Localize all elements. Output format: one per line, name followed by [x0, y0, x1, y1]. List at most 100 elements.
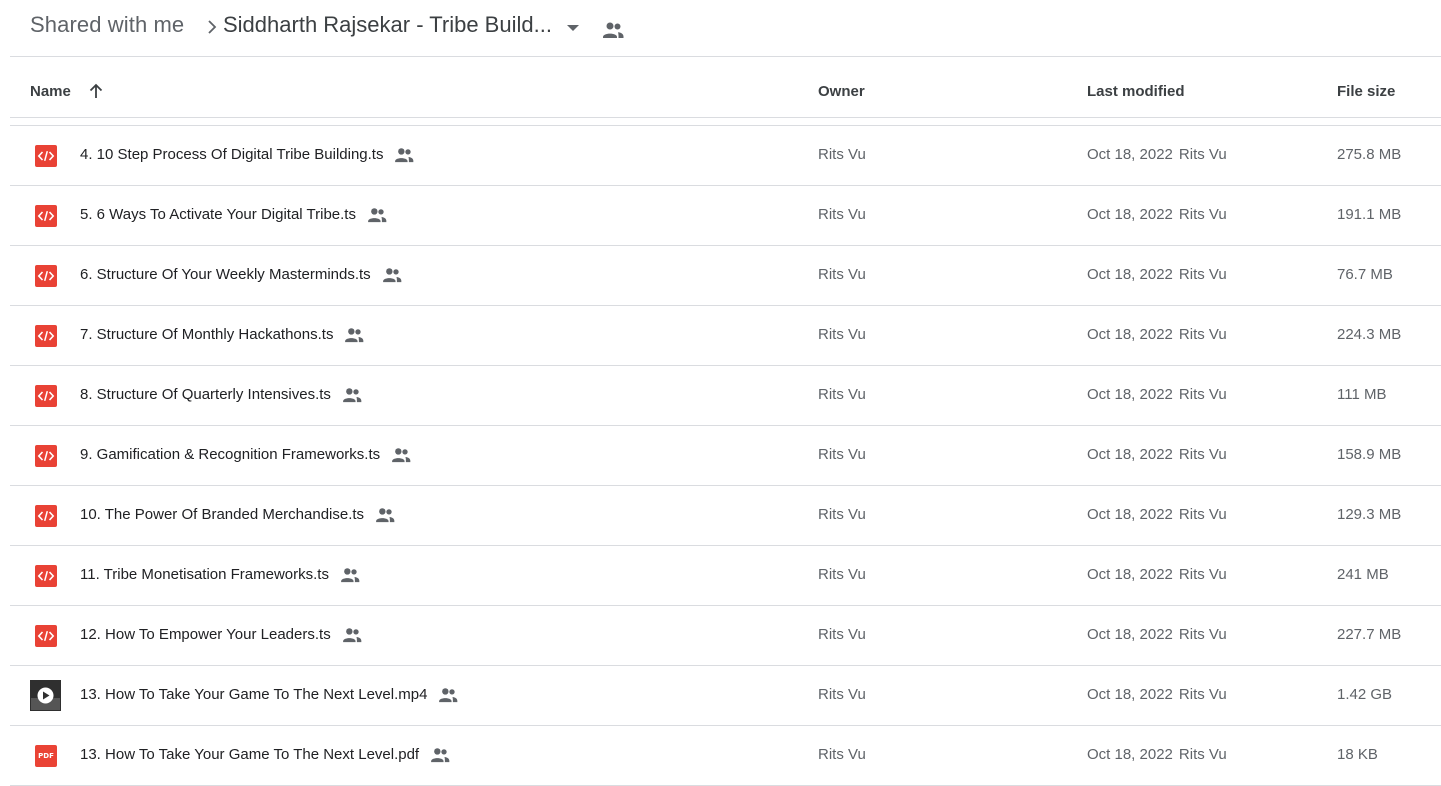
shared-people-icon	[341, 387, 363, 403]
file-size: 158.9 MB	[1337, 446, 1402, 463]
file-size: 129.3 MB	[1337, 506, 1402, 523]
file-name-text: 13. How To Take Your Game To The Next Le…	[80, 746, 420, 763]
file-last-modified: Oct 18, 2022 Rits Vu	[1087, 746, 1227, 763]
modified-date: Oct 18, 2022	[1087, 746, 1173, 763]
file-row[interactable]: PDF 13. How To Take Your Game To The Next…	[10, 726, 1441, 786]
modified-by: Rits Vu	[1178, 506, 1227, 523]
shared-people-icon	[437, 687, 459, 703]
code-file-icon	[35, 205, 57, 227]
file-last-modified: Oct 18, 2022 Rits Vu	[1087, 266, 1227, 283]
column-header-last-modified[interactable]: Last modified	[1087, 83, 1185, 100]
file-name-text: 5. 6 Ways To Activate Your Digital Tribe…	[80, 206, 356, 223]
dropdown-arrow-icon[interactable]	[563, 18, 583, 38]
modified-date: Oct 18, 2022	[1087, 386, 1173, 403]
shared-people-icon	[366, 207, 388, 223]
file-size: 241 MB	[1337, 566, 1389, 583]
pdf-file-icon: PDF	[35, 745, 57, 767]
file-name-text: 10. The Power Of Branded Merchandise.ts	[80, 506, 365, 523]
file-name-text: 12. How To Empower Your Leaders.ts	[80, 626, 331, 643]
modified-date: Oct 18, 2022	[1087, 566, 1173, 583]
file-name[interactable]: 12. How To Empower Your Leaders.ts	[80, 626, 363, 643]
shared-people-icon	[390, 447, 412, 463]
breadcrumb-shared-with-me[interactable]: Shared with me	[30, 12, 184, 38]
file-size: 1.42 GB	[1337, 686, 1393, 703]
code-file-icon	[35, 505, 57, 527]
code-file-icon	[35, 445, 57, 467]
breadcrumb-current-folder[interactable]: Siddharth Rajsekar - Tribe Build...	[223, 12, 552, 38]
shared-people-icon	[374, 507, 396, 523]
file-last-modified: Oct 18, 2022 Rits Vu	[1087, 566, 1227, 583]
file-last-modified: Oct 18, 2022 Rits Vu	[1087, 686, 1227, 703]
video-thumbnail-icon	[30, 680, 61, 711]
modified-date: Oct 18, 2022	[1087, 206, 1173, 223]
file-owner: Rits Vu	[818, 446, 866, 463]
code-file-icon	[35, 565, 57, 587]
shared-people-icon	[343, 327, 365, 343]
chevron-right-icon	[208, 20, 217, 34]
modified-by: Rits Vu	[1178, 566, 1227, 583]
column-header-file-size[interactable]: File size	[1337, 83, 1395, 100]
file-last-modified: Oct 18, 2022 Rits Vu	[1087, 626, 1227, 643]
file-last-modified: Oct 18, 2022 Rits Vu	[1087, 506, 1227, 523]
modified-by: Rits Vu	[1178, 206, 1227, 223]
file-row[interactable]: 13. How To Take Your Game To The Next Le…	[10, 666, 1441, 726]
shared-folder-icon	[603, 22, 624, 38]
file-name[interactable]: 13. How To Take Your Game To The Next Le…	[80, 686, 459, 703]
file-name[interactable]: 13. How To Take Your Game To The Next Le…	[80, 746, 451, 763]
file-name[interactable]: 7. Structure Of Monthly Hackathons.ts	[80, 326, 365, 343]
modified-by: Rits Vu	[1178, 686, 1227, 703]
code-file-icon	[35, 625, 57, 647]
modified-by: Rits Vu	[1178, 446, 1227, 463]
file-size: 18 KB	[1337, 746, 1378, 763]
file-last-modified: Oct 18, 2022 Rits Vu	[1087, 326, 1227, 343]
file-row[interactable]: 4. 10 Step Process Of Digital Tribe Buil…	[10, 126, 1441, 186]
file-owner: Rits Vu	[818, 686, 866, 703]
column-header-name[interactable]: Name	[30, 83, 71, 100]
shared-people-icon	[381, 267, 403, 283]
file-row[interactable]: 9. Gamification & Recognition Frameworks…	[10, 426, 1441, 486]
file-last-modified: Oct 18, 2022 Rits Vu	[1087, 386, 1227, 403]
file-owner: Rits Vu	[818, 506, 866, 523]
file-owner: Rits Vu	[818, 566, 866, 583]
file-size: 191.1 MB	[1337, 206, 1402, 223]
code-file-icon	[35, 145, 57, 167]
modified-date: Oct 18, 2022	[1087, 146, 1173, 163]
file-name[interactable]: 6. Structure Of Your Weekly Masterminds.…	[80, 266, 403, 283]
file-list: 4. 10 Step Process Of Digital Tribe Buil…	[10, 126, 1441, 786]
file-owner: Rits Vu	[818, 326, 866, 343]
file-name[interactable]: 4. 10 Step Process Of Digital Tribe Buil…	[80, 146, 415, 163]
file-row[interactable]: 12. How To Empower Your Leaders.ts Rits V…	[10, 606, 1441, 666]
file-name-text: 7. Structure Of Monthly Hackathons.ts	[80, 326, 334, 343]
file-name[interactable]: 11. Tribe Monetisation Frameworks.ts	[80, 566, 361, 583]
file-row[interactable]: 10. The Power Of Branded Merchandise.ts R…	[10, 486, 1441, 546]
file-row[interactable]: 11. Tribe Monetisation Frameworks.ts Rits…	[10, 546, 1441, 606]
column-header-owner[interactable]: Owner	[818, 83, 865, 100]
file-name[interactable]: 8. Structure Of Quarterly Intensives.ts	[80, 386, 363, 403]
file-name-text: 9. Gamification & Recognition Frameworks…	[80, 446, 381, 463]
modified-date: Oct 18, 2022	[1087, 266, 1173, 283]
modified-date: Oct 18, 2022	[1087, 326, 1173, 343]
file-name[interactable]: 5. 6 Ways To Activate Your Digital Tribe…	[80, 206, 388, 223]
file-row[interactable]: 6. Structure Of Your Weekly Masterminds.…	[10, 246, 1441, 306]
modified-by: Rits Vu	[1178, 326, 1227, 343]
code-file-icon	[35, 265, 57, 287]
modified-by: Rits Vu	[1178, 146, 1227, 163]
modified-date: Oct 18, 2022	[1087, 686, 1173, 703]
modified-date: Oct 18, 2022	[1087, 506, 1173, 523]
file-last-modified: Oct 18, 2022 Rits Vu	[1087, 446, 1227, 463]
shared-people-icon	[341, 627, 363, 643]
file-row[interactable]: 7. Structure Of Monthly Hackathons.ts Rit…	[10, 306, 1441, 366]
file-name[interactable]: 10. The Power Of Branded Merchandise.ts	[80, 506, 396, 523]
file-row[interactable]: 8. Structure Of Quarterly Intensives.ts R…	[10, 366, 1441, 426]
shared-people-icon	[393, 147, 415, 163]
file-name-text: 11. Tribe Monetisation Frameworks.ts	[80, 566, 329, 583]
file-size: 227.7 MB	[1337, 626, 1402, 643]
modified-date: Oct 18, 2022	[1087, 446, 1173, 463]
shared-people-icon	[429, 747, 451, 763]
modified-date: Oct 18, 2022	[1087, 626, 1173, 643]
file-name[interactable]: 9. Gamification & Recognition Frameworks…	[80, 446, 412, 463]
file-row[interactable]: 5. 6 Ways To Activate Your Digital Tribe…	[10, 186, 1441, 246]
sort-ascending-arrow-icon[interactable]	[86, 81, 106, 101]
file-name-text: 4. 10 Step Process Of Digital Tribe Buil…	[80, 146, 384, 163]
file-size: 275.8 MB	[1337, 146, 1402, 163]
